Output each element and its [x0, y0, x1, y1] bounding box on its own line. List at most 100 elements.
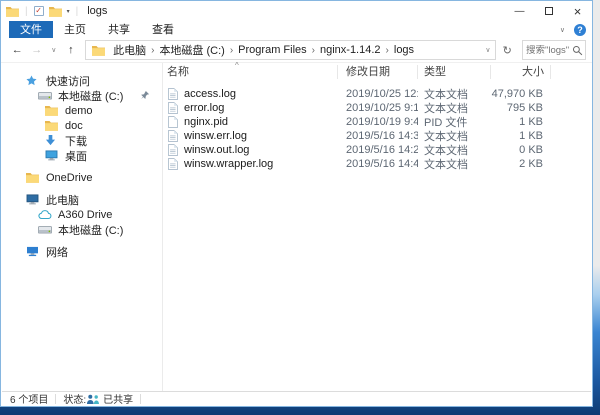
sidebar-item[interactable]: 快速访问 — [2, 73, 162, 88]
ribbon-tab-bar: 文件 主页 共享 查看 ∨ ? — [1, 21, 592, 38]
sidebar-item[interactable]: 本地磁盘 (C:) — [2, 222, 162, 237]
file-name: winsw.out.log — [184, 144, 250, 156]
column-headers: ^ 名称 修改日期 类型 大小 — [163, 61, 591, 81]
maximize-button[interactable] — [534, 1, 563, 21]
file-date: 2019/5/16 14:32 — [346, 130, 418, 142]
minimize-button[interactable]: — — [505, 1, 534, 21]
sidebar-item-label: A360 Drive — [58, 208, 113, 221]
breadcrumb-item[interactable]: 本地磁盘 (C:) — [154, 42, 229, 58]
content-area: 快速访问 本地磁盘 (C:) demo doc 下载 桌面 OneDrive 此… — [2, 61, 591, 391]
file-row[interactable]: winsw.wrapper.log 2019/5/16 14:40 文本文档 2… — [163, 157, 591, 171]
column-header[interactable]: 大小 — [491, 65, 551, 79]
breadcrumb-item[interactable]: 此电脑 — [108, 42, 151, 58]
address-bar[interactable]: 此电脑 › 本地磁盘 (C:) › Program Files › nginx-… — [85, 40, 497, 60]
up-button[interactable]: ↑ — [63, 44, 79, 56]
items-count: 6 个项目 — [10, 395, 49, 406]
breadcrumb-item[interactable]: logs — [389, 44, 419, 56]
breadcrumb-item[interactable]: Program Files — [233, 44, 311, 56]
computer-icon — [26, 194, 40, 206]
ribbon-tab[interactable]: 共享 — [97, 21, 141, 38]
sidebar-item-label: 桌面 — [65, 150, 87, 163]
text-file-icon — [168, 129, 179, 143]
star-icon — [26, 75, 40, 87]
desktop-icon — [45, 150, 59, 162]
ribbon-tab[interactable]: 查看 — [141, 21, 185, 38]
close-button[interactable]: × — [563, 1, 592, 21]
sidebar-item[interactable]: 桌面 — [2, 148, 162, 163]
search-box — [522, 40, 586, 60]
sidebar-item[interactable]: demo — [2, 103, 162, 118]
refresh-icon[interactable]: ↻ — [499, 44, 515, 57]
window-controls: — × — [505, 1, 592, 21]
folder-icon — [45, 105, 59, 117]
file-name: nginx.pid — [184, 116, 229, 128]
sidebar-item-label: OneDrive — [46, 171, 93, 184]
sidebar-item[interactable]: 网络 — [2, 244, 162, 259]
file-row[interactable]: error.log 2019/10/25 9:11 文本文档 795 KB — [163, 101, 591, 115]
sidebar-item-label: 本地磁盘 (C:) — [58, 224, 124, 237]
column-header[interactable]: 修改日期 — [338, 65, 418, 79]
file-type: 文本文档 — [424, 159, 468, 171]
window-title: logs — [87, 5, 108, 17]
sidebar-item[interactable]: 下载 — [2, 133, 162, 148]
ribbon-right-controls: ∨ ? — [560, 24, 586, 36]
text-file-icon — [168, 87, 179, 101]
sidebar-item-label: demo — [65, 104, 93, 117]
new-folder-icon[interactable] — [48, 6, 62, 17]
file-size: 0 KB — [519, 144, 543, 156]
sidebar-item-label: 本地磁盘 (C:) — [58, 90, 124, 103]
back-button[interactable]: ← — [9, 44, 25, 56]
file-row[interactable]: winsw.err.log 2019/5/16 14:32 文本文档 1 KB — [163, 129, 591, 143]
ribbon-collapse-icon[interactable]: ∨ — [560, 26, 565, 34]
address-dropdown-icon[interactable]: ∨ — [485, 46, 492, 54]
separator — [140, 393, 142, 404]
sort-ascending-icon: ^ — [235, 61, 239, 70]
column-header[interactable]: 类型 — [418, 65, 491, 79]
sidebar-item[interactable]: A360 Drive — [2, 207, 162, 222]
ribbon-tab[interactable]: 文件 — [9, 21, 53, 38]
file-rows: access.log 2019/10/25 12:11 文本文档 47,970 … — [163, 87, 591, 171]
desktop: | ✓ ▾ | logs — × 文件 主页 共享 查看 ∨ ? ← → ∨ ↑… — [0, 0, 600, 415]
search-icon[interactable] — [572, 45, 583, 56]
breadcrumb-item[interactable]: nginx-1.14.2 — [315, 44, 386, 56]
drive-icon — [38, 90, 52, 102]
customize-dropdown-icon[interactable]: ▾ — [67, 8, 70, 15]
file-row[interactable]: nginx.pid 2019/10/19 9:49 PID 文件 1 KB — [163, 115, 591, 129]
search-input[interactable] — [526, 44, 572, 56]
sidebar-item[interactable]: doc — [2, 118, 162, 133]
file-date: 2019/5/16 14:29 — [346, 144, 418, 156]
file-size: 2 KB — [519, 158, 543, 170]
folder-icon — [45, 120, 59, 132]
sidebar-item[interactable]: 此电脑 — [2, 192, 162, 207]
forward-button[interactable]: → — [28, 44, 44, 56]
file-row[interactable]: access.log 2019/10/25 12:11 文本文档 47,970 … — [163, 87, 591, 101]
file-date: 2019/10/19 9:49 — [346, 116, 418, 128]
maximize-icon — [544, 7, 553, 15]
recent-locations-icon[interactable]: ∨ — [48, 46, 60, 54]
explorer-window: | ✓ ▾ | logs — × 文件 主页 共享 查看 ∨ ? ← → ∨ ↑… — [0, 0, 593, 407]
network-icon — [26, 246, 40, 258]
file-date: 2019/10/25 12:11 — [346, 88, 418, 100]
file-size: 1 KB — [519, 130, 543, 142]
help-icon[interactable]: ? — [574, 24, 586, 36]
file-name: winsw.wrapper.log — [184, 158, 274, 170]
file-icon — [168, 115, 179, 129]
ribbon-tab[interactable]: 主页 — [53, 21, 97, 38]
properties-check-icon[interactable]: ✓ — [33, 6, 44, 16]
file-row[interactable]: winsw.out.log 2019/5/16 14:29 文本文档 0 KB — [163, 143, 591, 157]
file-name: error.log — [184, 102, 225, 114]
column-header[interactable]: 名称 — [163, 65, 338, 79]
sidebar-item-label: 网络 — [46, 246, 68, 259]
folder-icon — [92, 45, 106, 56]
text-file-icon — [168, 157, 179, 171]
drive-icon — [38, 224, 52, 236]
sidebar-item[interactable]: 本地磁盘 (C:) — [2, 88, 162, 103]
file-name: access.log — [184, 88, 236, 100]
download-icon — [45, 135, 59, 147]
folder-icon — [26, 172, 40, 184]
pin-icon — [141, 91, 150, 100]
sidebar-item-label: 此电脑 — [46, 194, 79, 207]
breadcrumb: 此电脑 › 本地磁盘 (C:) › Program Files › nginx-… — [108, 42, 419, 58]
text-file-icon — [168, 101, 179, 115]
sidebar-item[interactable]: OneDrive — [2, 170, 162, 185]
